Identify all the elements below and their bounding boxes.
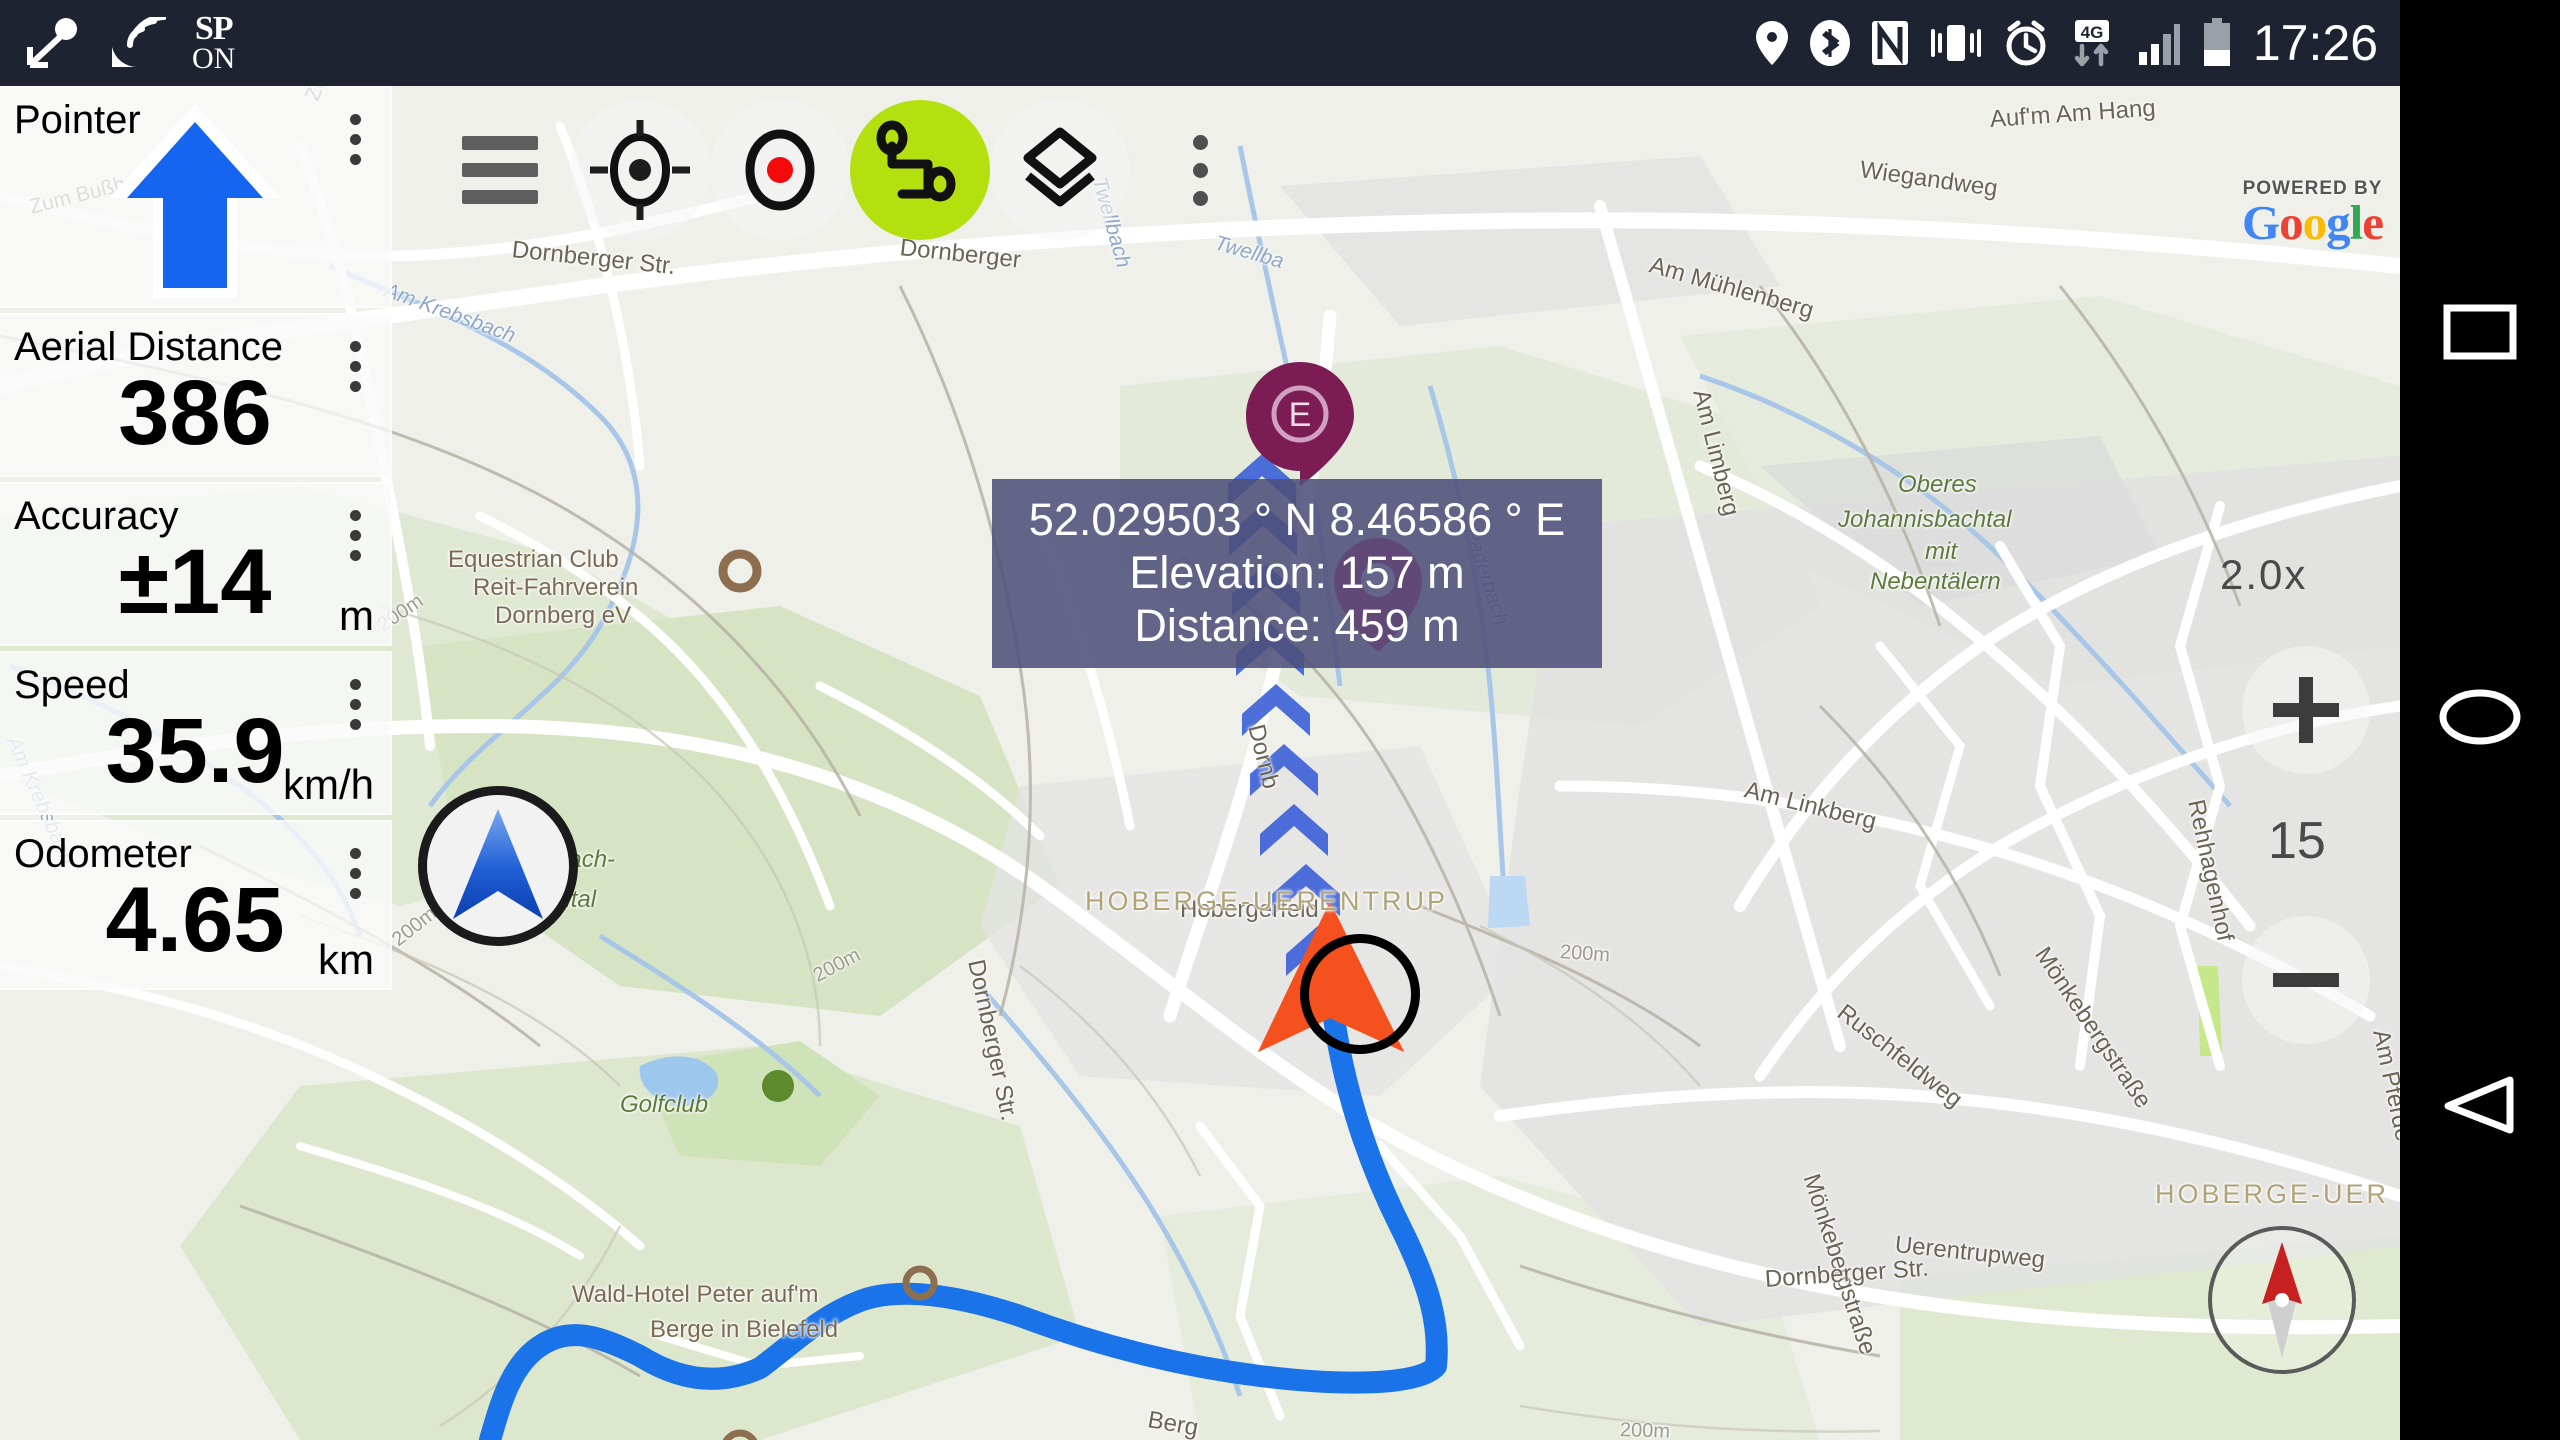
sp-on-badge: SP ON bbox=[192, 9, 236, 75]
center-map-button[interactable] bbox=[570, 100, 710, 240]
google-letter: g bbox=[2326, 195, 2350, 250]
route-button[interactable] bbox=[850, 100, 990, 240]
position-highlight-ring bbox=[1300, 934, 1420, 1054]
plus-icon bbox=[2273, 677, 2339, 743]
nav-arrow-icon bbox=[453, 809, 543, 919]
android-navigation-bar bbox=[2400, 0, 2560, 1440]
crosshair-target-icon bbox=[590, 120, 690, 220]
panel-accuracy-value: ±14 bbox=[118, 531, 272, 633]
alarm-clock-icon bbox=[2006, 20, 2046, 66]
google-letter: o bbox=[2279, 195, 2303, 250]
infobox-elevation: Elevation: 157 m bbox=[1129, 547, 1465, 599]
google-letter: e bbox=[2362, 195, 2384, 250]
compass-needle-icon bbox=[2262, 1242, 2302, 1358]
panel-pointer[interactable]: Pointer bbox=[0, 86, 392, 308]
nfc-icon bbox=[1871, 21, 1908, 65]
compass-widget[interactable] bbox=[2208, 1226, 2356, 1374]
panel-aerial-menu-icon[interactable] bbox=[350, 341, 361, 401]
sp-label: SP bbox=[194, 9, 234, 47]
panel-odometer[interactable]: Odometer 4.65 km bbox=[0, 820, 392, 990]
google-letter: G bbox=[2242, 195, 2280, 250]
status-bar: SP ON 4G 17:26 bbox=[0, 0, 2400, 86]
4g-data-icon: 4G bbox=[2074, 20, 2109, 67]
panel-accuracy-title: Accuracy bbox=[14, 494, 179, 538]
vibrate-icon bbox=[1930, 25, 1981, 61]
panel-speed-menu-icon[interactable] bbox=[350, 679, 361, 739]
blue-up-arrow-icon bbox=[109, 104, 281, 298]
coordinate-infobox: 52.029503 ° N 8.46586 ° E Elevation: 157… bbox=[992, 479, 1602, 669]
zoom-in-button[interactable] bbox=[2242, 646, 2370, 774]
svg-text:4G: 4G bbox=[2081, 23, 2104, 42]
panel-aerial-title: Aerial Distance bbox=[14, 325, 284, 369]
panel-speed-title: Speed bbox=[14, 663, 130, 707]
panel-odometer-unit: km bbox=[318, 936, 374, 983]
infobox-coordinates: 52.029503 ° N 8.46586 ° E bbox=[1028, 494, 1566, 545]
dashboard-sidebar: Pointer Aerial Distance 386 Accuracy ±14… bbox=[0, 86, 392, 995]
zoom-factor-label: 2.0x bbox=[2220, 551, 2308, 598]
status-clock: 17:26 bbox=[2252, 15, 2378, 71]
panel-speed-unit: km/h bbox=[282, 761, 374, 808]
battery-icon bbox=[2203, 18, 2230, 66]
infobox-distance: Distance: 459 m bbox=[1134, 600, 1460, 652]
panel-aerial-value: 386 bbox=[118, 362, 272, 464]
layers-button[interactable] bbox=[990, 100, 1130, 240]
zoom-level-label: 15 bbox=[2268, 812, 2326, 870]
record-track-button[interactable] bbox=[710, 100, 850, 240]
google-wordmark: Google bbox=[2242, 198, 2384, 247]
map-toolbar bbox=[430, 100, 1270, 240]
panel-odometer-title: Odometer bbox=[14, 832, 192, 876]
app-screen: E Zum BußbergZumAm KrebsbachDornberger S… bbox=[0, 0, 2560, 1440]
panel-accuracy-menu-icon[interactable] bbox=[350, 510, 361, 570]
triangle-back-icon[interactable] bbox=[2442, 1074, 2518, 1136]
navigation-arrow-widget[interactable] bbox=[418, 786, 578, 946]
three-dot-menu-icon bbox=[1192, 134, 1208, 206]
panel-speed[interactable]: Speed 35.9 km/h bbox=[0, 651, 392, 815]
google-letter: o bbox=[2302, 195, 2327, 250]
panel-pointer-menu-icon[interactable] bbox=[350, 114, 361, 174]
panel-odometer-menu-icon[interactable] bbox=[350, 848, 361, 908]
google-letter: l bbox=[2349, 195, 2364, 250]
panel-aerial-distance[interactable]: Aerial Distance 386 bbox=[0, 313, 392, 477]
hamburger-menu-icon bbox=[462, 136, 538, 204]
panel-accuracy-unit: m bbox=[339, 592, 374, 639]
signal-bars-icon bbox=[2138, 24, 2180, 65]
circle-home-icon[interactable] bbox=[2438, 688, 2522, 746]
bluetooth-icon bbox=[1809, 20, 1850, 66]
zoom-out-button[interactable] bbox=[2242, 916, 2370, 1044]
on-label: ON bbox=[192, 41, 236, 75]
square-recents-icon[interactable] bbox=[2443, 304, 2517, 360]
map-layers-icon bbox=[1023, 127, 1097, 207]
map-attribution: POWERED BY Google bbox=[2242, 178, 2384, 247]
svg-text:E: E bbox=[1289, 396, 1312, 434]
minus-icon bbox=[2273, 973, 2339, 987]
menu-button[interactable] bbox=[430, 100, 570, 240]
satellite-signal-icon bbox=[112, 16, 166, 67]
record-dot-icon bbox=[745, 129, 815, 211]
location-share-icon bbox=[27, 17, 77, 68]
location-pin-icon bbox=[1755, 21, 1788, 65]
toolbar-overflow-button[interactable] bbox=[1130, 100, 1270, 240]
panel-accuracy[interactable]: Accuracy ±14 m bbox=[0, 482, 392, 646]
route-waypoints-icon bbox=[876, 120, 956, 202]
